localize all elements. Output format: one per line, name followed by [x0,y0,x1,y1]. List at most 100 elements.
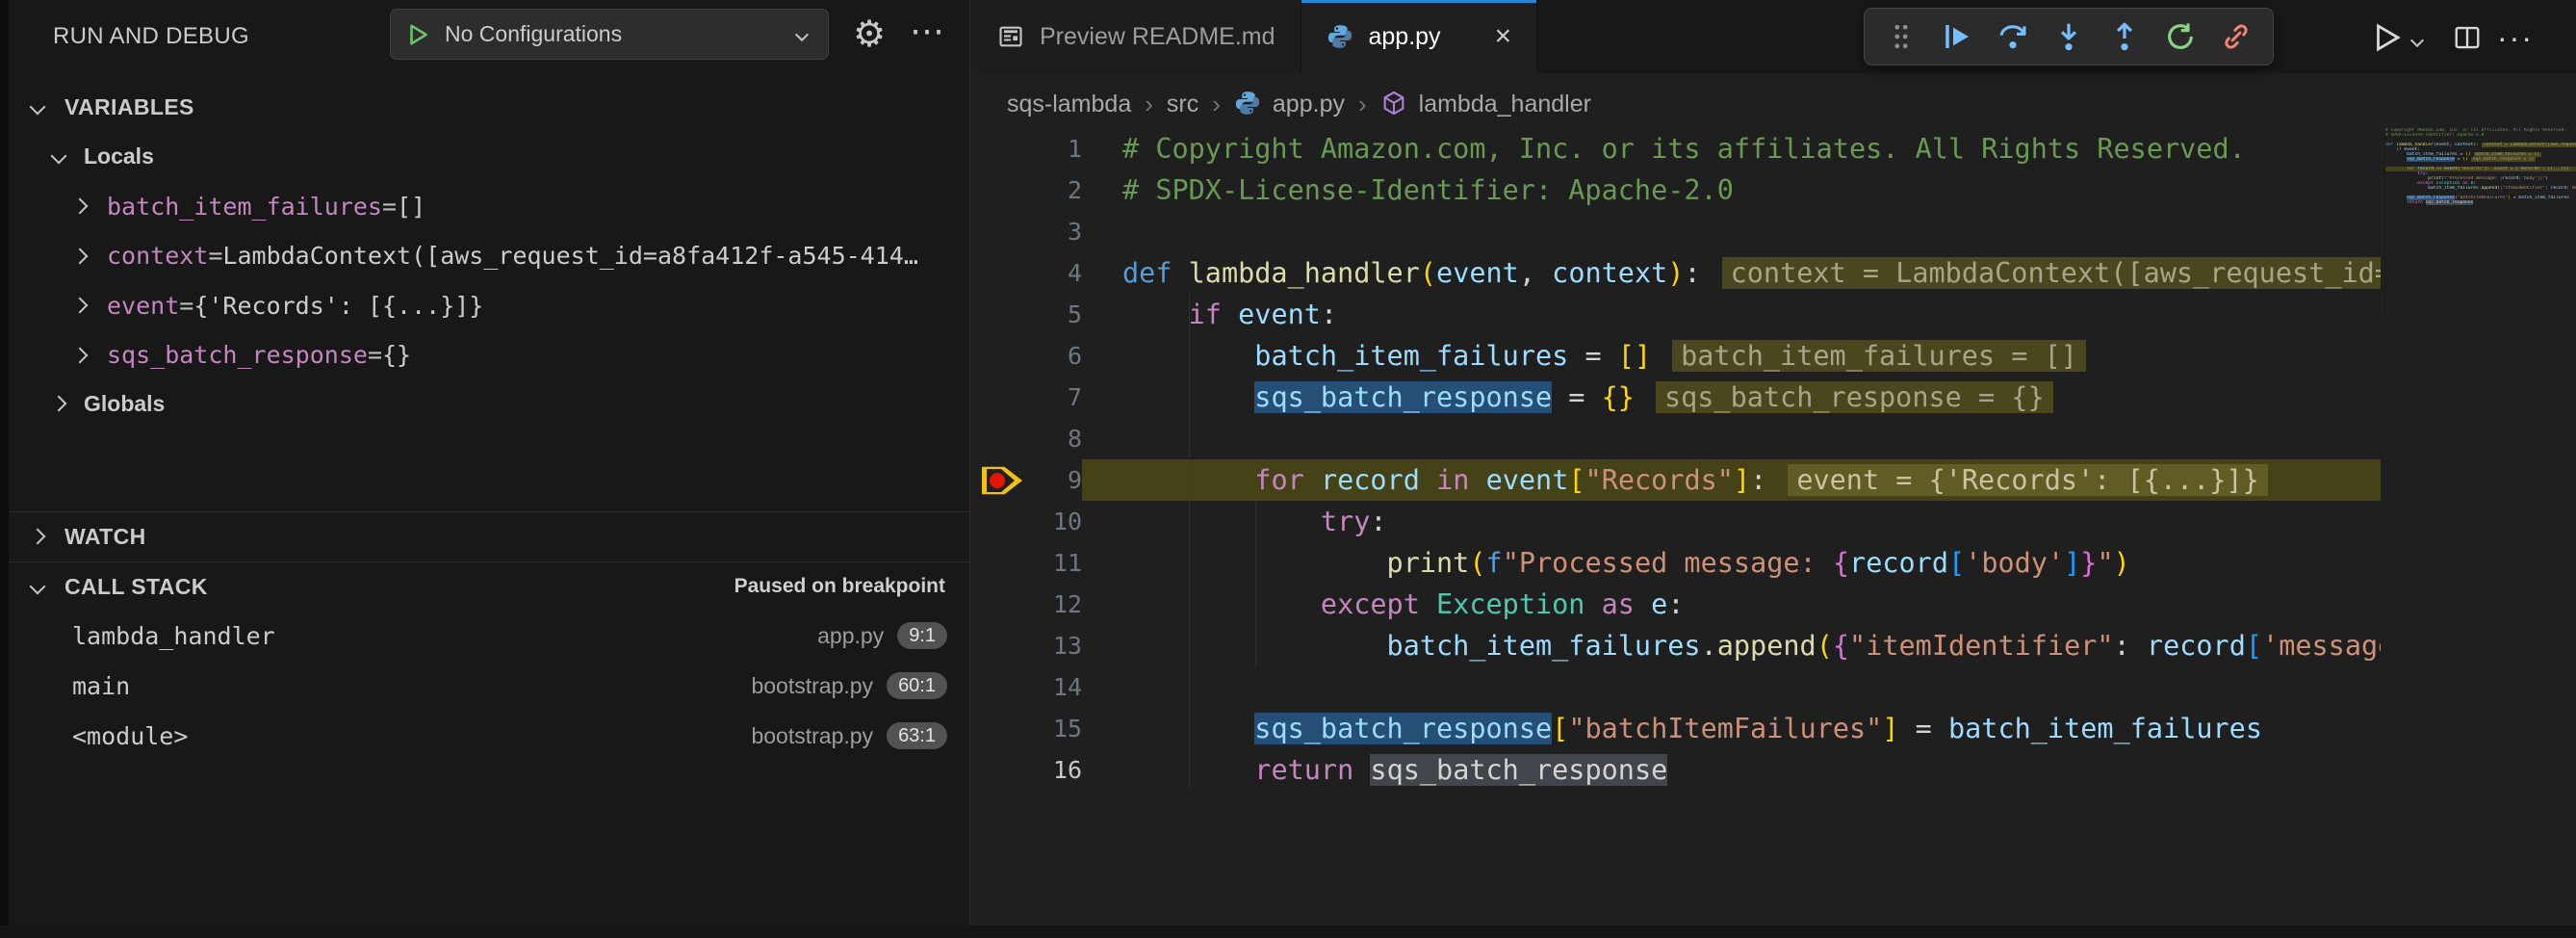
step-out-icon[interactable] [2103,15,2146,58]
line-content: except Exception as e: [1082,584,2381,625]
line-number: 12 [1032,584,1082,625]
variable-value: LambdaContext([aws_request_id=a8fa412f-a… [222,242,917,270]
breadcrumb-separator: › [1356,90,1369,119]
step-into-icon[interactable] [2048,15,2090,58]
debug-config-dropdown[interactable]: No Configurations [390,9,829,60]
chevron-right-icon [72,347,89,363]
frame-location: bootstrap.py60:1 [751,672,947,699]
step-over-icon[interactable] [1992,15,2034,58]
breakpoint-gutter[interactable] [972,335,1032,377]
breadcrumb-item[interactable]: lambda_handler [1419,91,1591,118]
code-line: 8 [972,418,2381,459]
window-bottom-edge [0,925,2576,938]
variable-row[interactable]: event = {'Records': [{...}]} [9,280,970,330]
ellipsis-icon[interactable]: ⋯ [900,4,954,58]
stack-frame-row[interactable]: <module>bootstrap.py63:1 [9,711,970,761]
variables-section-header[interactable]: VARIABLES [9,83,970,131]
scope-row-globals[interactable]: Globals [9,379,970,428]
breakpoint-gutter[interactable] [972,708,1032,749]
breadcrumb-item[interactable]: src [1167,91,1198,118]
line-number: 4 [1032,252,1082,294]
tab-label: Preview README.md [1040,23,1275,51]
continue-icon[interactable] [1936,15,1978,58]
run-and-debug-sidebar: RUN AND DEBUG No Configurations ⚙ ⋯ VARI… [9,0,970,938]
breakpoint-gutter[interactable] [972,584,1032,625]
line-content [1082,211,2381,252]
frame-name: lambda_handler [72,622,275,650]
code-line: 13 batch_item_failures.append({"itemIden… [972,625,2381,666]
line-content: if event: [1082,294,2381,335]
breakpoint-gutter[interactable] [972,211,1032,252]
tab-preview-readme-md[interactable]: Preview README.md [972,0,1301,73]
breakpoint-gutter[interactable] [972,501,1032,542]
variable-row[interactable]: batch_item_failures = [] [9,181,970,231]
more-actions-button[interactable]: ··· [2497,20,2534,56]
breakpoint-gutter[interactable] [972,377,1032,418]
line-content: sqs_batch_response["batchItemFailures"] … [1082,708,2381,749]
indent-guide [1189,294,1190,791]
line-content [1082,418,2381,459]
breakpoint-gutter[interactable] [972,625,1032,666]
tab-app-py[interactable]: app.py× [1301,0,1538,73]
scope-row-locals[interactable]: Locals [9,132,970,180]
code-line: 10 try: [972,501,2381,542]
equals-sign: = [208,242,222,270]
variables-header-label: VARIABLES [64,94,194,120]
variable-row[interactable]: sqs_batch_response = {} [9,330,970,380]
watch-section-header[interactable]: WATCH [9,512,970,560]
line-content: for record in event["Records"]:event = {… [1082,459,2381,501]
breakpoint-gutter[interactable] [972,459,1032,501]
call-stack-section-header[interactable]: CALL STACK Paused on breakpoint [9,562,970,611]
frame-position-badge: 9:1 [897,622,947,649]
minimap[interactable]: # Copyright Amazon.com, Inc. or its affi… [2384,128,2576,321]
frame-position-badge: 60:1 [887,672,947,699]
sidebar-title: RUN AND DEBUG [53,13,249,60]
chevron-right-icon [72,198,89,215]
start-debug-play-icon[interactable] [391,21,445,48]
close-icon[interactable]: × [1495,22,1512,51]
split-editor-button[interactable] [2453,23,2482,52]
equals-sign: = [368,341,382,369]
variable-row[interactable]: context = LambdaContext([aws_request_id=… [9,231,970,281]
disconnect-icon[interactable] [2215,15,2257,58]
line-content: # SPDX-License-Identifier: Apache-2.0 [1082,169,2381,211]
restart-icon[interactable] [2159,15,2202,58]
line-number: 1 [1032,128,1082,169]
breakpoint-gutter[interactable] [972,294,1032,335]
line-number: 3 [1032,211,1082,252]
breadcrumb-item[interactable]: sqs-lambda [1007,91,1131,118]
line-content: sqs_batch_response = {}sqs_batch_respons… [1082,377,2381,418]
symbol-method-icon [1380,90,1407,119]
code-line: 6 batch_item_failures = []batch_item_fai… [972,335,2381,377]
stack-frame-row[interactable]: mainbootstrap.py60:1 [9,661,970,711]
frame-file: bootstrap.py [751,723,873,749]
breakpoint-gutter[interactable] [972,252,1032,294]
code-line: 2# SPDX-License-Identifier: Apache-2.0 [972,169,2381,211]
chevron-down-icon [30,579,46,595]
line-number: 10 [1032,501,1082,542]
chevron-down-icon [795,27,809,40]
breakpoint-gutter[interactable] [972,749,1032,791]
code-editor[interactable]: 1# Copyright Amazon.com, Inc. or its aff… [972,128,2381,938]
editor-actions: ··· [2370,13,2576,62]
breakpoint-gutter[interactable] [972,128,1032,169]
gear-icon[interactable]: ⚙ [844,7,894,61]
breadcrumb[interactable]: sqs-lambda›src›app.py›lambda_handler [1007,85,1591,123]
code-line: 14 [972,666,2381,708]
frame-name: <module> [72,722,188,750]
chevron-down-icon [30,99,46,116]
chevron-down-icon[interactable] [2410,34,2424,47]
code-line: 5 if event: [972,294,2381,335]
line-content: batch_item_failures.append({"itemIdentif… [1082,625,2381,666]
breadcrumb-item[interactable]: app.py [1273,91,1345,118]
variable-value: {'Records': [{...}]} [193,292,483,320]
breakpoint-gutter[interactable] [972,418,1032,459]
code-line: 4def lambda_handler(event, context):cont… [972,252,2381,294]
chevron-right-icon [72,248,89,264]
stack-frame-row[interactable]: lambda_handlerapp.py9:1 [9,611,970,661]
run-button[interactable] [2370,21,2403,54]
breakpoint-gutter[interactable] [972,666,1032,708]
breakpoint-gutter[interactable] [972,169,1032,211]
breakpoint-gutter[interactable] [972,542,1032,584]
line-content: # Copyright Amazon.com, Inc. or its affi… [1082,128,2381,169]
